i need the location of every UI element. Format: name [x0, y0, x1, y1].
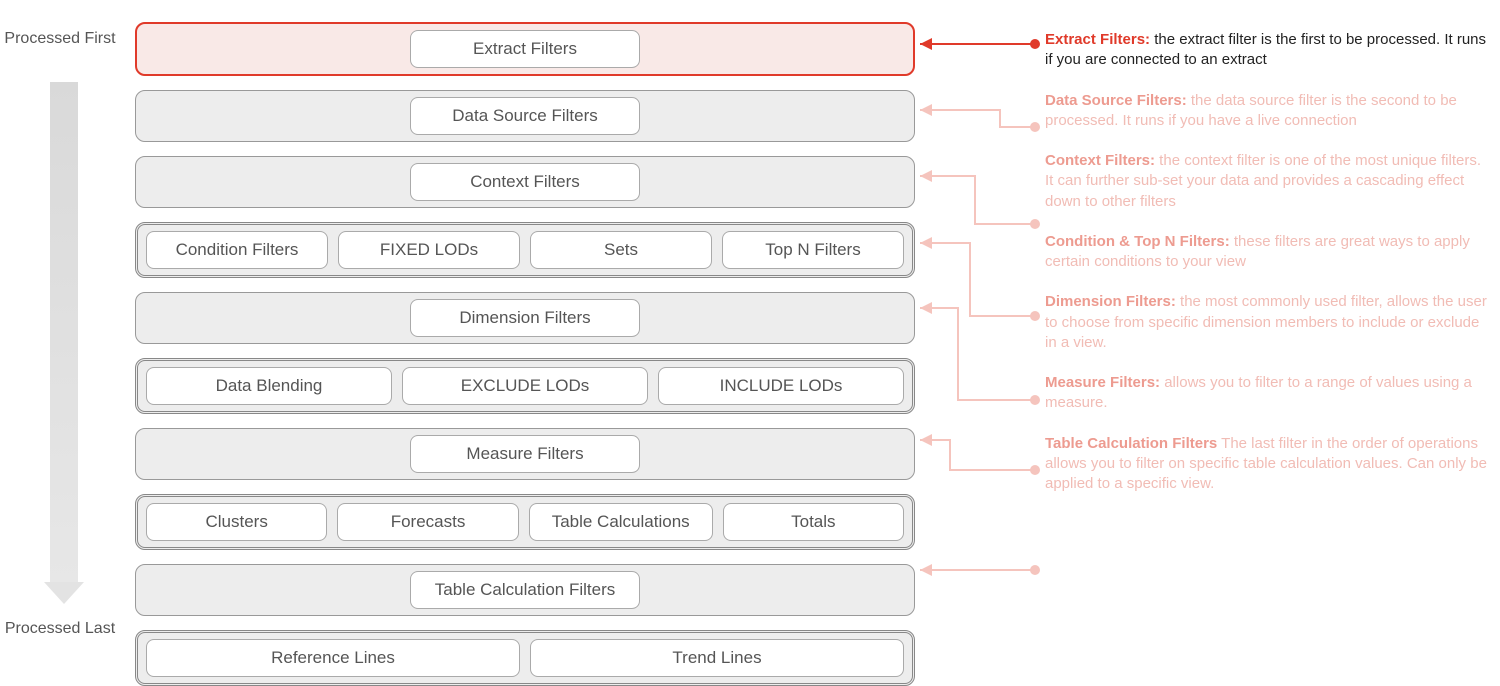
pill-table-calculations: Table Calculations	[529, 503, 713, 541]
pill-fixed-lods: FIXED LODs	[338, 231, 520, 269]
note-title: Condition & Top N Filters:	[1045, 233, 1230, 250]
pill-clusters: Clusters	[146, 503, 327, 541]
process-direction-arrow	[50, 82, 78, 602]
pill-dimension-filters: Dimension Filters	[410, 299, 640, 337]
pill-extract-filters: Extract Filters	[410, 30, 640, 68]
note-dimension: Dimension Filters: the most commonly use…	[1045, 292, 1490, 353]
notes-column: Extract Filters: the extract filter is t…	[1045, 30, 1490, 494]
row-condition-group: Condition Filters FIXED LODs Sets Top N …	[135, 222, 915, 278]
row-data-source-filters: Data Source Filters	[135, 90, 915, 142]
note-title: Dimension Filters:	[1045, 293, 1176, 310]
note-condition-topn: Condition & Top N Filters: these filters…	[1045, 232, 1490, 273]
row-context-filters: Context Filters	[135, 156, 915, 208]
pill-context-filters: Context Filters	[410, 163, 640, 201]
pill-exclude-lods: EXCLUDE LODs	[402, 367, 648, 405]
row-extract-filters: Extract Filters	[135, 22, 915, 76]
pill-totals: Totals	[723, 503, 904, 541]
note-title: Measure Filters:	[1045, 374, 1160, 391]
pill-data-source-filters: Data Source Filters	[410, 97, 640, 135]
note-context: Context Filters: the context filter is o…	[1045, 151, 1490, 212]
pill-reference-lines: Reference Lines	[146, 639, 520, 677]
operation-order-stack: Extract Filters Data Source Filters Cont…	[135, 22, 915, 686]
pill-condition-filters: Condition Filters	[146, 231, 328, 269]
row-dimension-filters: Dimension Filters	[135, 292, 915, 344]
note-tablecalc: Table Calculation Filters The last filte…	[1045, 434, 1490, 495]
row-measure-filters: Measure Filters	[135, 428, 915, 480]
note-title: Data Source Filters:	[1045, 92, 1187, 109]
note-measure: Measure Filters: allows you to filter to…	[1045, 373, 1490, 414]
row-blending-group: Data Blending EXCLUDE LODs INCLUDE LODs	[135, 358, 915, 414]
axis-label-bottom: Processed Last	[0, 620, 120, 638]
pill-include-lods: INCLUDE LODs	[658, 367, 904, 405]
row-reflines-group: Reference Lines Trend Lines	[135, 630, 915, 686]
pill-sets: Sets	[530, 231, 712, 269]
pill-top-n-filters: Top N Filters	[722, 231, 904, 269]
pill-forecasts: Forecasts	[337, 503, 518, 541]
pill-data-blending: Data Blending	[146, 367, 392, 405]
row-table-calc-filters: Table Calculation Filters	[135, 564, 915, 616]
note-title: Extract Filters:	[1045, 31, 1150, 48]
row-clusters-group: Clusters Forecasts Table Calculations To…	[135, 494, 915, 550]
pill-trend-lines: Trend Lines	[530, 639, 904, 677]
axis-label-top: Processed First	[0, 30, 120, 48]
pill-measure-filters: Measure Filters	[410, 435, 640, 473]
note-title: Table Calculation Filters	[1045, 435, 1217, 452]
note-title: Context Filters:	[1045, 152, 1155, 169]
pill-table-calc-filters: Table Calculation Filters	[410, 571, 640, 609]
note-datasource: Data Source Filters: the data source fil…	[1045, 91, 1490, 132]
note-extract: Extract Filters: the extract filter is t…	[1045, 30, 1490, 71]
